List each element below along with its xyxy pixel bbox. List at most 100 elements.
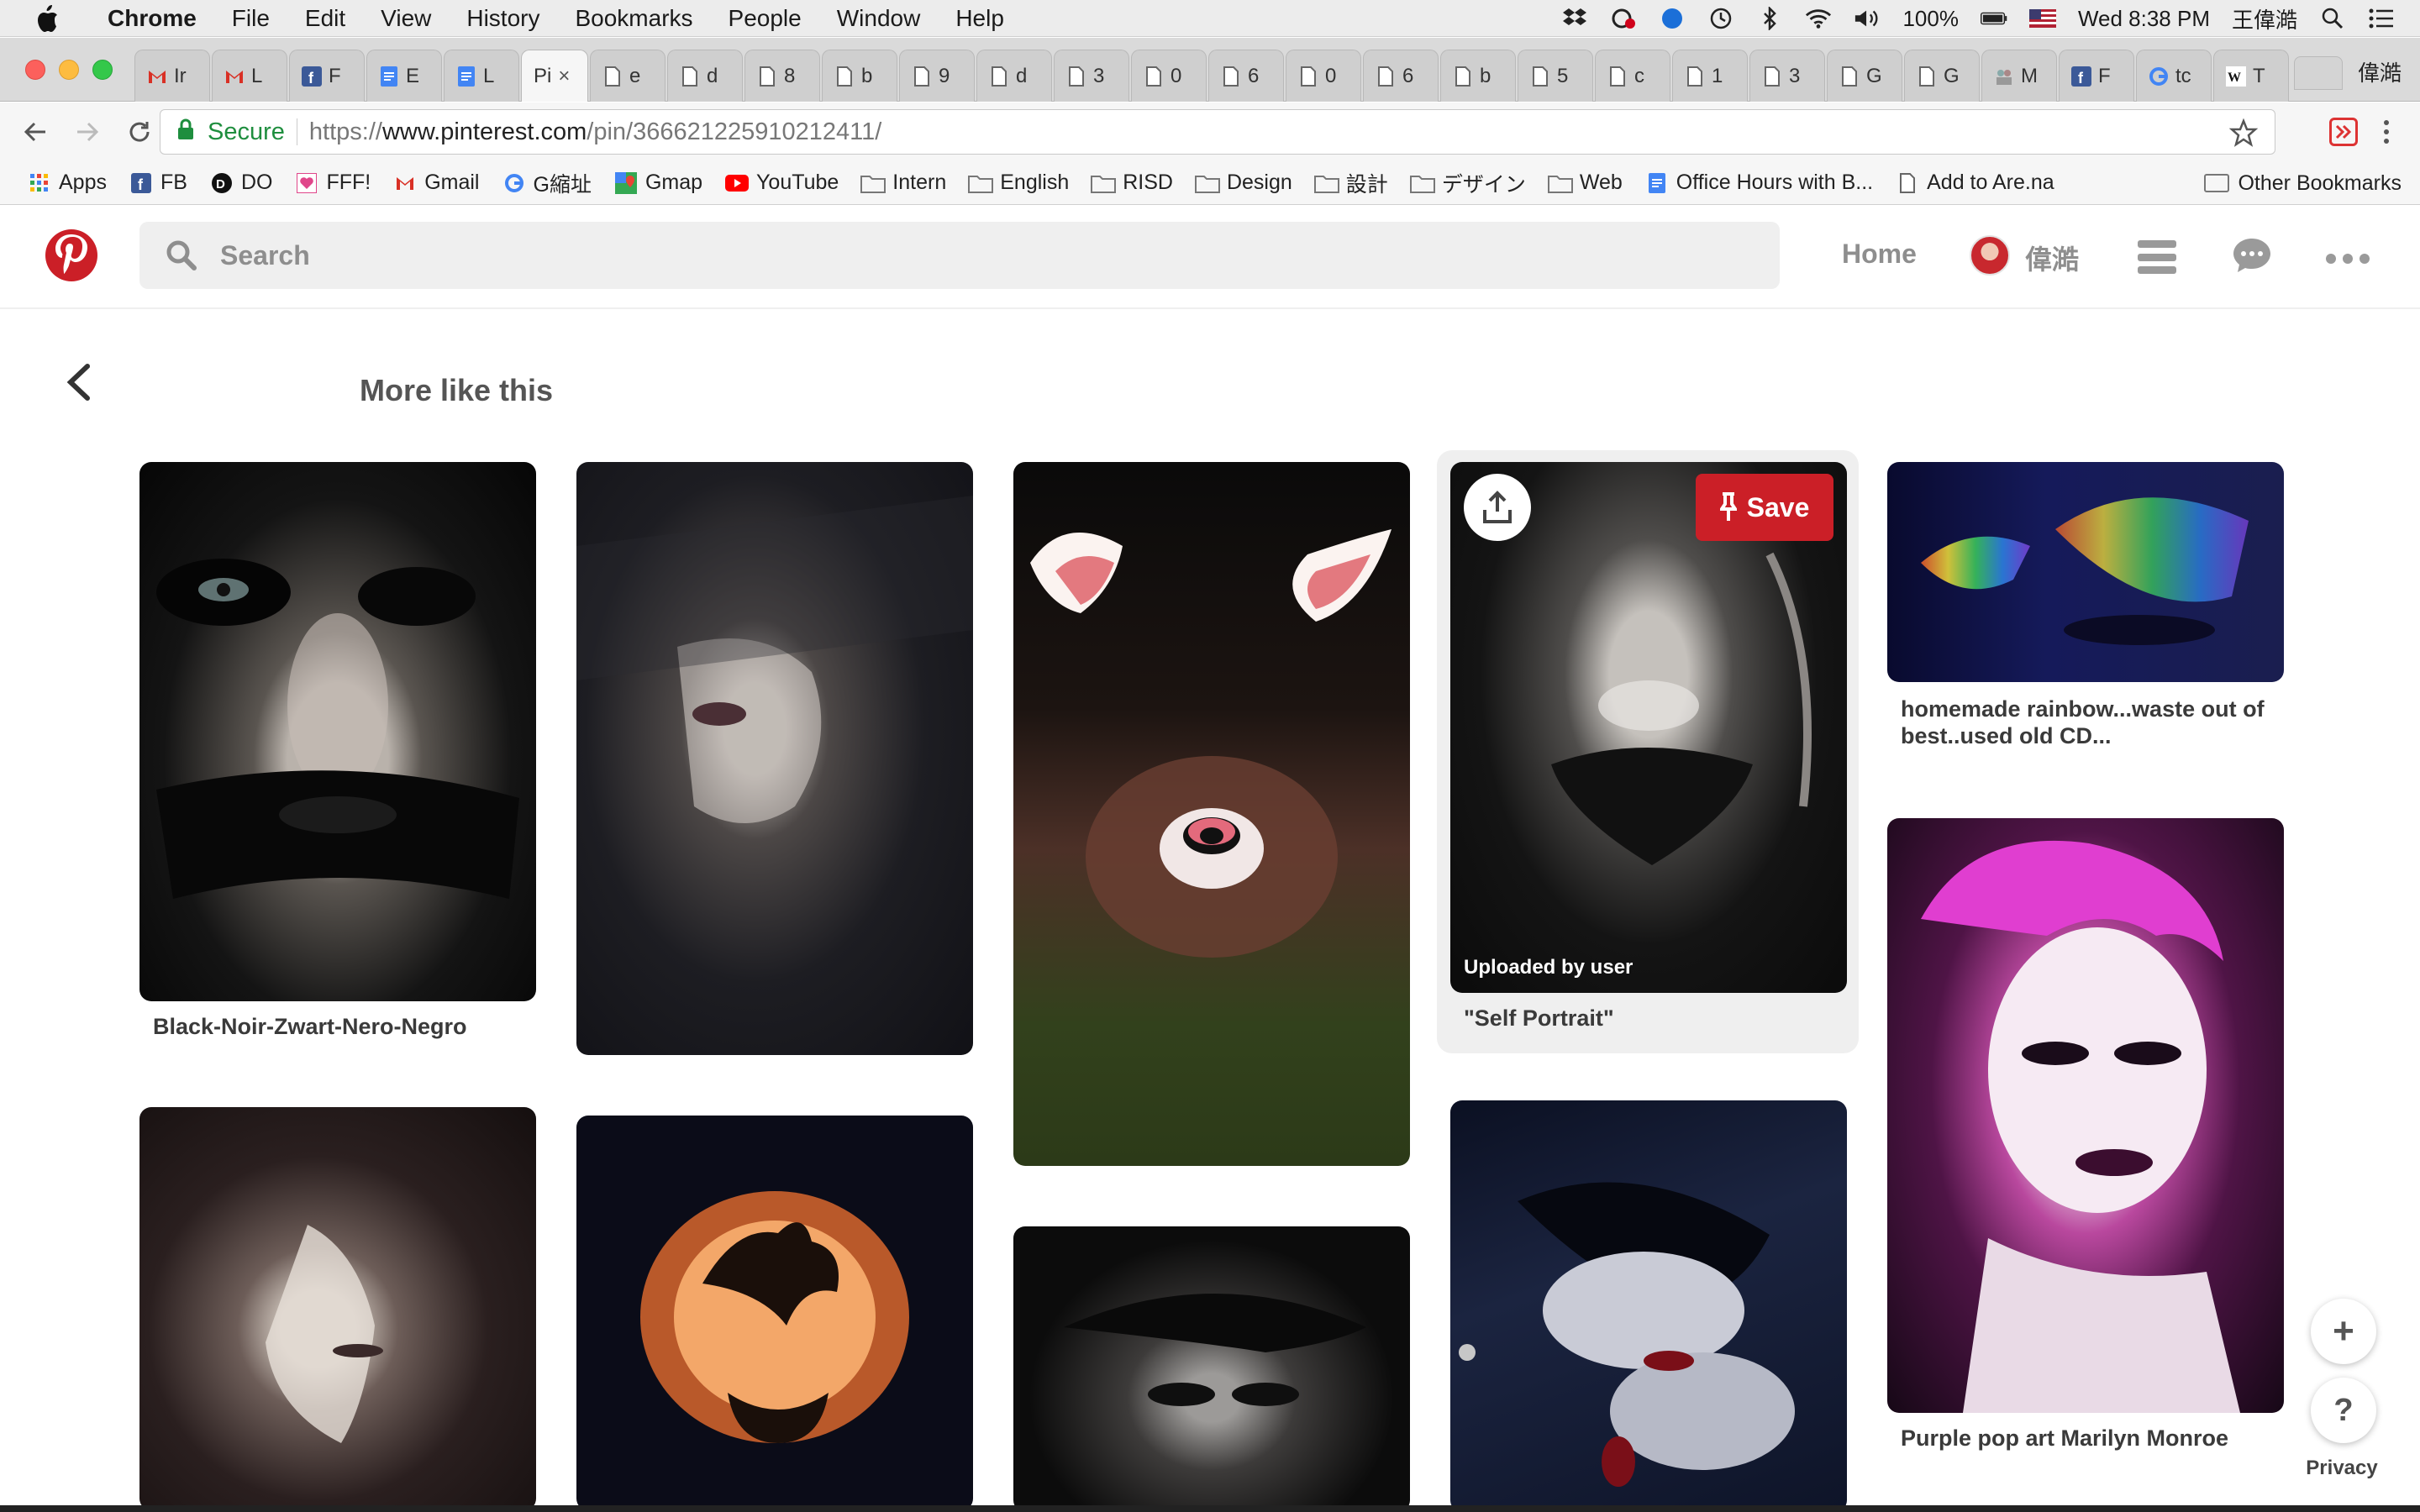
pin-caption-marilyn[interactable]: Purple pop art Marilyn Monroe: [1901, 1425, 2270, 1452]
pin-image-marilyn-pop-art[interactable]: [1887, 818, 2284, 1413]
menu-history[interactable]: History: [466, 5, 539, 32]
search-bar[interactable]: [139, 222, 1780, 289]
pin-image-veiled-woman[interactable]: [576, 462, 973, 1055]
bookmark-item[interactable]: Apps: [27, 171, 107, 196]
browser-tab[interactable]: 6: [1208, 50, 1284, 102]
menu-people[interactable]: People: [729, 5, 802, 32]
browser-tab[interactable]: L: [444, 50, 519, 102]
help-button[interactable]: ?: [2311, 1378, 2376, 1443]
apple-icon[interactable]: [30, 2, 64, 35]
pinterest-logo-icon[interactable]: [45, 229, 97, 281]
bookmark-item[interactable]: Office Hours with B...: [1644, 171, 1873, 196]
wifi-icon[interactable]: [1805, 7, 1832, 30]
reload-icon[interactable]: [123, 115, 156, 149]
pin-caption-black-noir[interactable]: Black-Noir-Zwart-Nero-Negro: [153, 1013, 523, 1040]
chrome-profile-name[interactable]: 偉澔: [2358, 56, 2402, 87]
close-window-button[interactable]: [25, 60, 45, 80]
browser-tab[interactable]: 5: [1518, 50, 1593, 102]
add-pin-button[interactable]: +: [2311, 1299, 2376, 1364]
us-flag-icon[interactable]: [2028, 7, 2056, 30]
pin-caption-self-portrait[interactable]: "Self Portrait": [1464, 1005, 1833, 1032]
menu-view[interactable]: View: [381, 5, 431, 32]
browser-tab[interactable]: e: [590, 50, 666, 102]
zoom-window-button[interactable]: [92, 60, 113, 80]
browser-tab[interactable]: 0: [1131, 50, 1207, 102]
new-tab-button[interactable]: [2294, 56, 2343, 90]
spotlight-search-icon[interactable]: [2319, 7, 2346, 30]
lock-icon[interactable]: [177, 118, 203, 146]
notification-center-icon[interactable]: [2368, 7, 2395, 30]
browser-tab[interactable]: M: [1981, 50, 2057, 102]
profile-link[interactable]: 偉澔: [2025, 239, 2079, 277]
bookmark-item[interactable]: D DO: [209, 171, 272, 196]
browser-tab[interactable]: L: [212, 50, 287, 102]
browser-tab[interactable]: 0: [1286, 50, 1361, 102]
bookmark-item[interactable]: FFF!: [294, 171, 371, 196]
browser-tab[interactable]: 9: [899, 50, 975, 102]
tab-active-pinterest[interactable]: Pi ×: [521, 50, 588, 102]
pin-image-cat-filter[interactable]: [1013, 462, 1410, 1166]
bookmark-item[interactable]: YouTube: [724, 171, 839, 196]
bookmark-item[interactable]: 設計: [1313, 168, 1388, 198]
bookmark-item[interactable]: Design: [1194, 171, 1292, 196]
avatar[interactable]: [1970, 235, 2010, 276]
browser-tab[interactable]: Ir: [134, 50, 210, 102]
menubar-user[interactable]: 王偉澔: [2232, 3, 2297, 34]
browser-tab[interactable]: 3: [1054, 50, 1129, 102]
browser-tab[interactable]: E: [366, 50, 442, 102]
browser-tab[interactable]: fF: [289, 50, 365, 102]
creative-cloud-icon[interactable]: [1610, 7, 1637, 30]
tab-close-icon[interactable]: ×: [558, 65, 570, 88]
browser-tab[interactable]: b: [1440, 50, 1516, 102]
bluetooth-icon[interactable]: [1756, 7, 1783, 30]
privacy-link[interactable]: Privacy: [2292, 1452, 2391, 1485]
browser-tab[interactable]: c: [1595, 50, 1670, 102]
other-bookmarks[interactable]: Other Bookmarks: [2204, 161, 2402, 205]
more-options-icon[interactable]: [2326, 254, 2370, 264]
menu-app-chrome[interactable]: Chrome: [108, 5, 197, 32]
bookmark-item[interactable]: Gmap: [613, 171, 702, 196]
forward-icon[interactable]: [71, 115, 104, 149]
menubar-clock[interactable]: Wed 8:38 PM: [2078, 6, 2210, 32]
browser-tab[interactable]: G: [1904, 50, 1980, 102]
menu-bookmarks[interactable]: Bookmarks: [575, 5, 692, 32]
home-link[interactable]: Home: [1842, 239, 1917, 270]
time-machine-icon[interactable]: [1707, 7, 1734, 30]
bookmark-item[interactable]: デザイン: [1409, 168, 1526, 198]
minimize-window-button[interactable]: [59, 60, 79, 80]
browser-tab[interactable]: d: [667, 50, 743, 102]
back-icon[interactable]: [18, 115, 52, 149]
bookmark-item[interactable]: Gmail: [392, 171, 480, 196]
pin-image-rainbow-hand[interactable]: [1887, 462, 2284, 682]
battery-icon[interactable]: [1980, 7, 2007, 30]
pin-image-self-portrait[interactable]: [1450, 462, 1847, 993]
browser-tab[interactable]: WT: [2213, 50, 2289, 102]
pin-caption-rainbow[interactable]: homemade rainbow...waste out of best..us…: [1901, 696, 2270, 749]
browser-tab[interactable]: 3: [1749, 50, 1825, 102]
bookmark-item[interactable]: Intern: [860, 171, 946, 196]
browser-tab[interactable]: tc: [2136, 50, 2212, 102]
bookmark-item[interactable]: Add to Are.na: [1895, 171, 2054, 196]
pin-image-portrait-shadow[interactable]: [139, 1107, 536, 1510]
pin-image-two-faces[interactable]: [1450, 1100, 1847, 1512]
browser-tab[interactable]: 6: [1363, 50, 1439, 102]
volume-icon[interactable]: [1854, 7, 1881, 30]
pin-image-black-noir[interactable]: [139, 462, 536, 1001]
bookmark-item[interactable]: Web: [1547, 171, 1623, 196]
bookmark-star-icon[interactable]: [2228, 118, 2259, 154]
chrome-menu-icon[interactable]: [2378, 118, 2395, 146]
address-bar[interactable]: Secure https:// www.pinterest.com /pin/3…: [160, 109, 2275, 155]
bookmark-item[interactable]: RISD: [1091, 171, 1173, 196]
menu-window[interactable]: Window: [837, 5, 921, 32]
browser-tab[interactable]: fF: [2059, 50, 2134, 102]
browser-tab[interactable]: 1: [1672, 50, 1748, 102]
bookmark-item[interactable]: G縮址: [502, 168, 592, 198]
menu-file[interactable]: File: [232, 5, 270, 32]
pin-image-pumpkin[interactable]: [576, 1116, 973, 1510]
dropbox-icon[interactable]: [1561, 7, 1588, 30]
browser-tab[interactable]: d: [976, 50, 1052, 102]
browser-tab[interactable]: 8: [744, 50, 820, 102]
menu-edit[interactable]: Edit: [305, 5, 345, 32]
share-button[interactable]: [1464, 474, 1531, 541]
extension-icon[interactable]: [2329, 118, 2358, 146]
